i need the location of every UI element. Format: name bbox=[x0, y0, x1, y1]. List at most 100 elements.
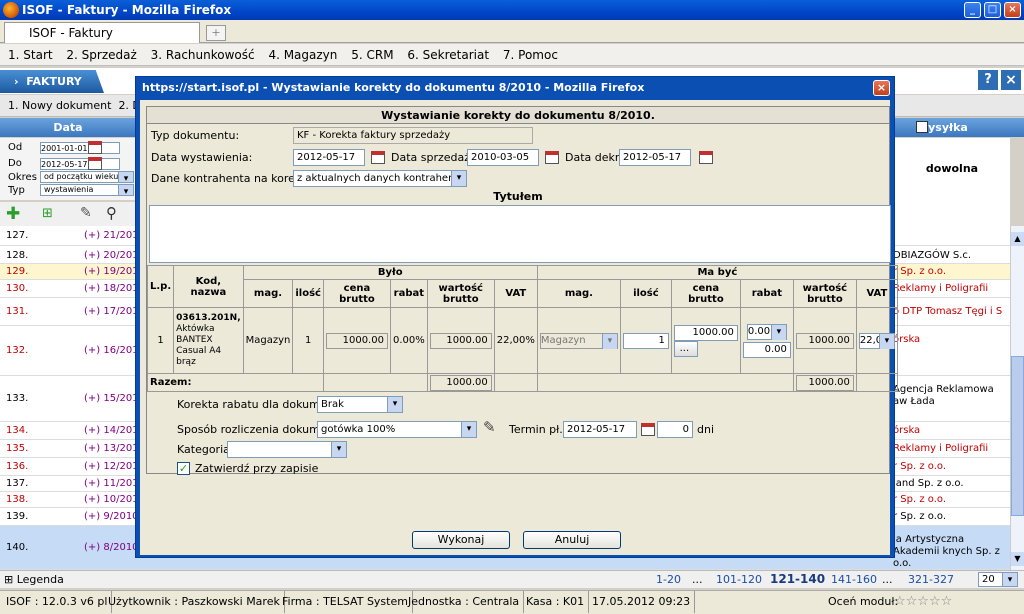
calendar-icon[interactable] bbox=[641, 423, 655, 436]
data-wystawienia-label: Data wystawienia: bbox=[151, 151, 253, 164]
th-mag: mag. bbox=[242, 279, 294, 308]
dialog-form: Wystawianie korekty do dokumentu 8/2010.… bbox=[146, 106, 898, 475]
th-rabat: rabat bbox=[739, 279, 794, 308]
row-number: 131. bbox=[6, 306, 29, 317]
wysylka-checkbox[interactable] bbox=[916, 121, 928, 133]
close-section-button[interactable]: × bbox=[1001, 70, 1021, 90]
menu-rachunkowosc[interactable]: 3. Rachunkowość bbox=[151, 48, 255, 62]
do-calendar-icon[interactable] bbox=[88, 157, 102, 170]
data-sprzedazy-input[interactable]: 2010-03-05 bbox=[467, 149, 539, 166]
zatwierdz-checkbox[interactable]: ✓ bbox=[177, 462, 190, 475]
sposob-rozliczenia-select[interactable]: gotówka 100% bbox=[317, 421, 477, 438]
menu-pomoc[interactable]: 7. Pomoc bbox=[503, 48, 558, 62]
scroll-down-icon[interactable]: ▼ bbox=[1011, 552, 1024, 566]
calendar-icon[interactable] bbox=[545, 151, 559, 164]
wykonaj-button[interactable]: Wykonaj bbox=[412, 531, 510, 549]
menu-sekretariat[interactable]: 6. Sekretariat bbox=[407, 48, 489, 62]
data-wystawienia-input[interactable]: 2012-05-17 bbox=[293, 149, 365, 166]
legend-toggle[interactable]: ⊞ Legenda bbox=[4, 571, 64, 588]
item-m-rabat-input[interactable]: 0.00 bbox=[742, 341, 791, 358]
item-more-button[interactable]: ... bbox=[673, 340, 698, 357]
wysylka-filter: dowolna bbox=[894, 138, 1010, 226]
page-link[interactable]: 321-327 bbox=[908, 571, 954, 588]
row-contractor: r Sp. z o.o. bbox=[893, 266, 947, 277]
column-header-wysylka[interactable]: Wysyłka bbox=[894, 118, 1024, 137]
new-tab-button[interactable]: + bbox=[206, 25, 226, 41]
edit-pencil-icon[interactable]: ✎ bbox=[483, 418, 496, 436]
menu-start[interactable]: 1. Start bbox=[8, 48, 53, 62]
item-row: 1 03613.201N, Aktówka BANTEX Casual A4 br… bbox=[146, 307, 898, 374]
menu-sprzedaz[interactable]: 2. Sprzedaż bbox=[66, 48, 136, 62]
add-icon[interactable]: ✚ bbox=[6, 204, 20, 224]
tytulem-label: Tytułem bbox=[493, 190, 543, 203]
search-icon[interactable]: ⚲ bbox=[106, 204, 117, 222]
anuluj-button[interactable]: Anuluj bbox=[523, 531, 621, 549]
kategoria-select[interactable] bbox=[227, 441, 347, 458]
page-dots: ... bbox=[882, 573, 893, 586]
page-link[interactable]: 101-120 bbox=[716, 571, 762, 588]
firefox-icon bbox=[3, 2, 19, 18]
dni-label: dni bbox=[697, 423, 715, 436]
okres-select[interactable]: od początku wieku bbox=[40, 171, 134, 183]
od-label: Od bbox=[8, 142, 23, 153]
item-m-rabat-select[interactable]: 0.00 bbox=[746, 323, 787, 340]
row-contractor: Reklamy i Poligrafii bbox=[893, 443, 989, 454]
item-m-ilosc-input[interactable]: 1 bbox=[622, 332, 669, 349]
th-bylo: Było bbox=[242, 265, 538, 280]
section-label: FAKTURY bbox=[26, 75, 82, 88]
window-titlebar: ISOF - Faktury - Mozilla Firefox bbox=[0, 0, 1024, 20]
tytulem-textarea[interactable] bbox=[149, 205, 891, 263]
add-copy-icon[interactable]: ⊞ bbox=[42, 206, 53, 221]
menu-crm[interactable]: 5. CRM bbox=[351, 48, 393, 62]
row-contractor: r Sp. z o.o. bbox=[893, 511, 947, 522]
calendar-icon[interactable] bbox=[699, 151, 713, 164]
list-toolbar: ✚ ⊞ ✎ ⚲ bbox=[0, 202, 136, 226]
status-unit: Jednostka : Centrala bbox=[404, 591, 525, 613]
item-m-cena-input[interactable]: 1000.00 bbox=[673, 324, 738, 341]
maximize-button[interactable]: □ bbox=[984, 2, 1001, 18]
dialog-close-button[interactable]: × bbox=[873, 80, 890, 96]
od-calendar-icon[interactable] bbox=[88, 141, 102, 154]
typ-select[interactable]: wystawienia bbox=[40, 184, 134, 196]
close-window-button[interactable]: × bbox=[1004, 2, 1021, 18]
page-link[interactable]: 141-160 bbox=[831, 571, 877, 588]
row-document-link[interactable]: (+) 9/2010 bbox=[84, 508, 139, 526]
menu-magazyn[interactable]: 4. Magazyn bbox=[268, 48, 337, 62]
minimize-button[interactable]: _ bbox=[964, 2, 981, 18]
typ-dokumentu-label: Typ dokumentu: bbox=[151, 129, 240, 142]
new-document-link[interactable]: 1. Nowy dokument bbox=[8, 99, 111, 112]
do-date-input[interactable] bbox=[40, 158, 120, 170]
dane-kontrahenta-select[interactable]: z aktualnych danych kontrahenta bbox=[293, 170, 467, 187]
correction-dialog: https://start.isof.pl - Wystawianie kore… bbox=[135, 76, 898, 558]
item-m-vat-select[interactable]: 22,0 bbox=[858, 332, 895, 349]
scroll-up-icon[interactable]: ▲ bbox=[1011, 232, 1024, 246]
row-document-link[interactable]: (+) 8/2010 bbox=[84, 526, 139, 570]
termin-days-input[interactable]: 0 bbox=[657, 421, 693, 438]
data-dekr-input[interactable]: 2012-05-17 bbox=[619, 149, 691, 166]
chevron-right-icon: › bbox=[14, 75, 19, 88]
browser-tab[interactable]: ISOF - Faktury bbox=[4, 22, 200, 43]
th-kod: Kod, nazwa bbox=[173, 265, 244, 308]
kategoria-label: Kategoria: bbox=[177, 443, 234, 456]
scroll-thumb[interactable] bbox=[1011, 356, 1024, 516]
help-button[interactable]: ? bbox=[978, 70, 998, 90]
korekta-rabatu-select[interactable]: Brak bbox=[317, 396, 403, 413]
row-contractor: órska bbox=[893, 425, 921, 436]
calendar-icon[interactable] bbox=[371, 151, 385, 164]
termin-input[interactable]: 2012-05-17 bbox=[563, 421, 637, 438]
edit-pencil-icon[interactable]: ✎ bbox=[80, 205, 92, 221]
razem-label: Razem: bbox=[147, 373, 324, 392]
section-faktury[interactable]: › FAKTURY bbox=[0, 70, 104, 93]
od-date-input[interactable] bbox=[40, 142, 120, 154]
rating-stars[interactable]: ☆☆☆☆☆ bbox=[890, 591, 956, 613]
data-dekr-label: Data dekr.: bbox=[565, 151, 626, 164]
row-number: 140. bbox=[6, 542, 29, 553]
list-scrollbar[interactable]: ▲ ▼ bbox=[1010, 226, 1024, 570]
razem-bylo: 1000.00 bbox=[429, 374, 492, 391]
status-firm: Firma : TELSAT System bbox=[278, 591, 413, 613]
main-menu: 1. Start 2. Sprzedaż 3. Rachunkowość 4. … bbox=[0, 44, 1024, 66]
column-header-data[interactable]: Data bbox=[0, 118, 136, 137]
per-page-select[interactable]: 20 bbox=[978, 572, 1018, 587]
do-label: Do bbox=[8, 158, 22, 169]
page-link[interactable]: 1-20 bbox=[656, 571, 681, 588]
